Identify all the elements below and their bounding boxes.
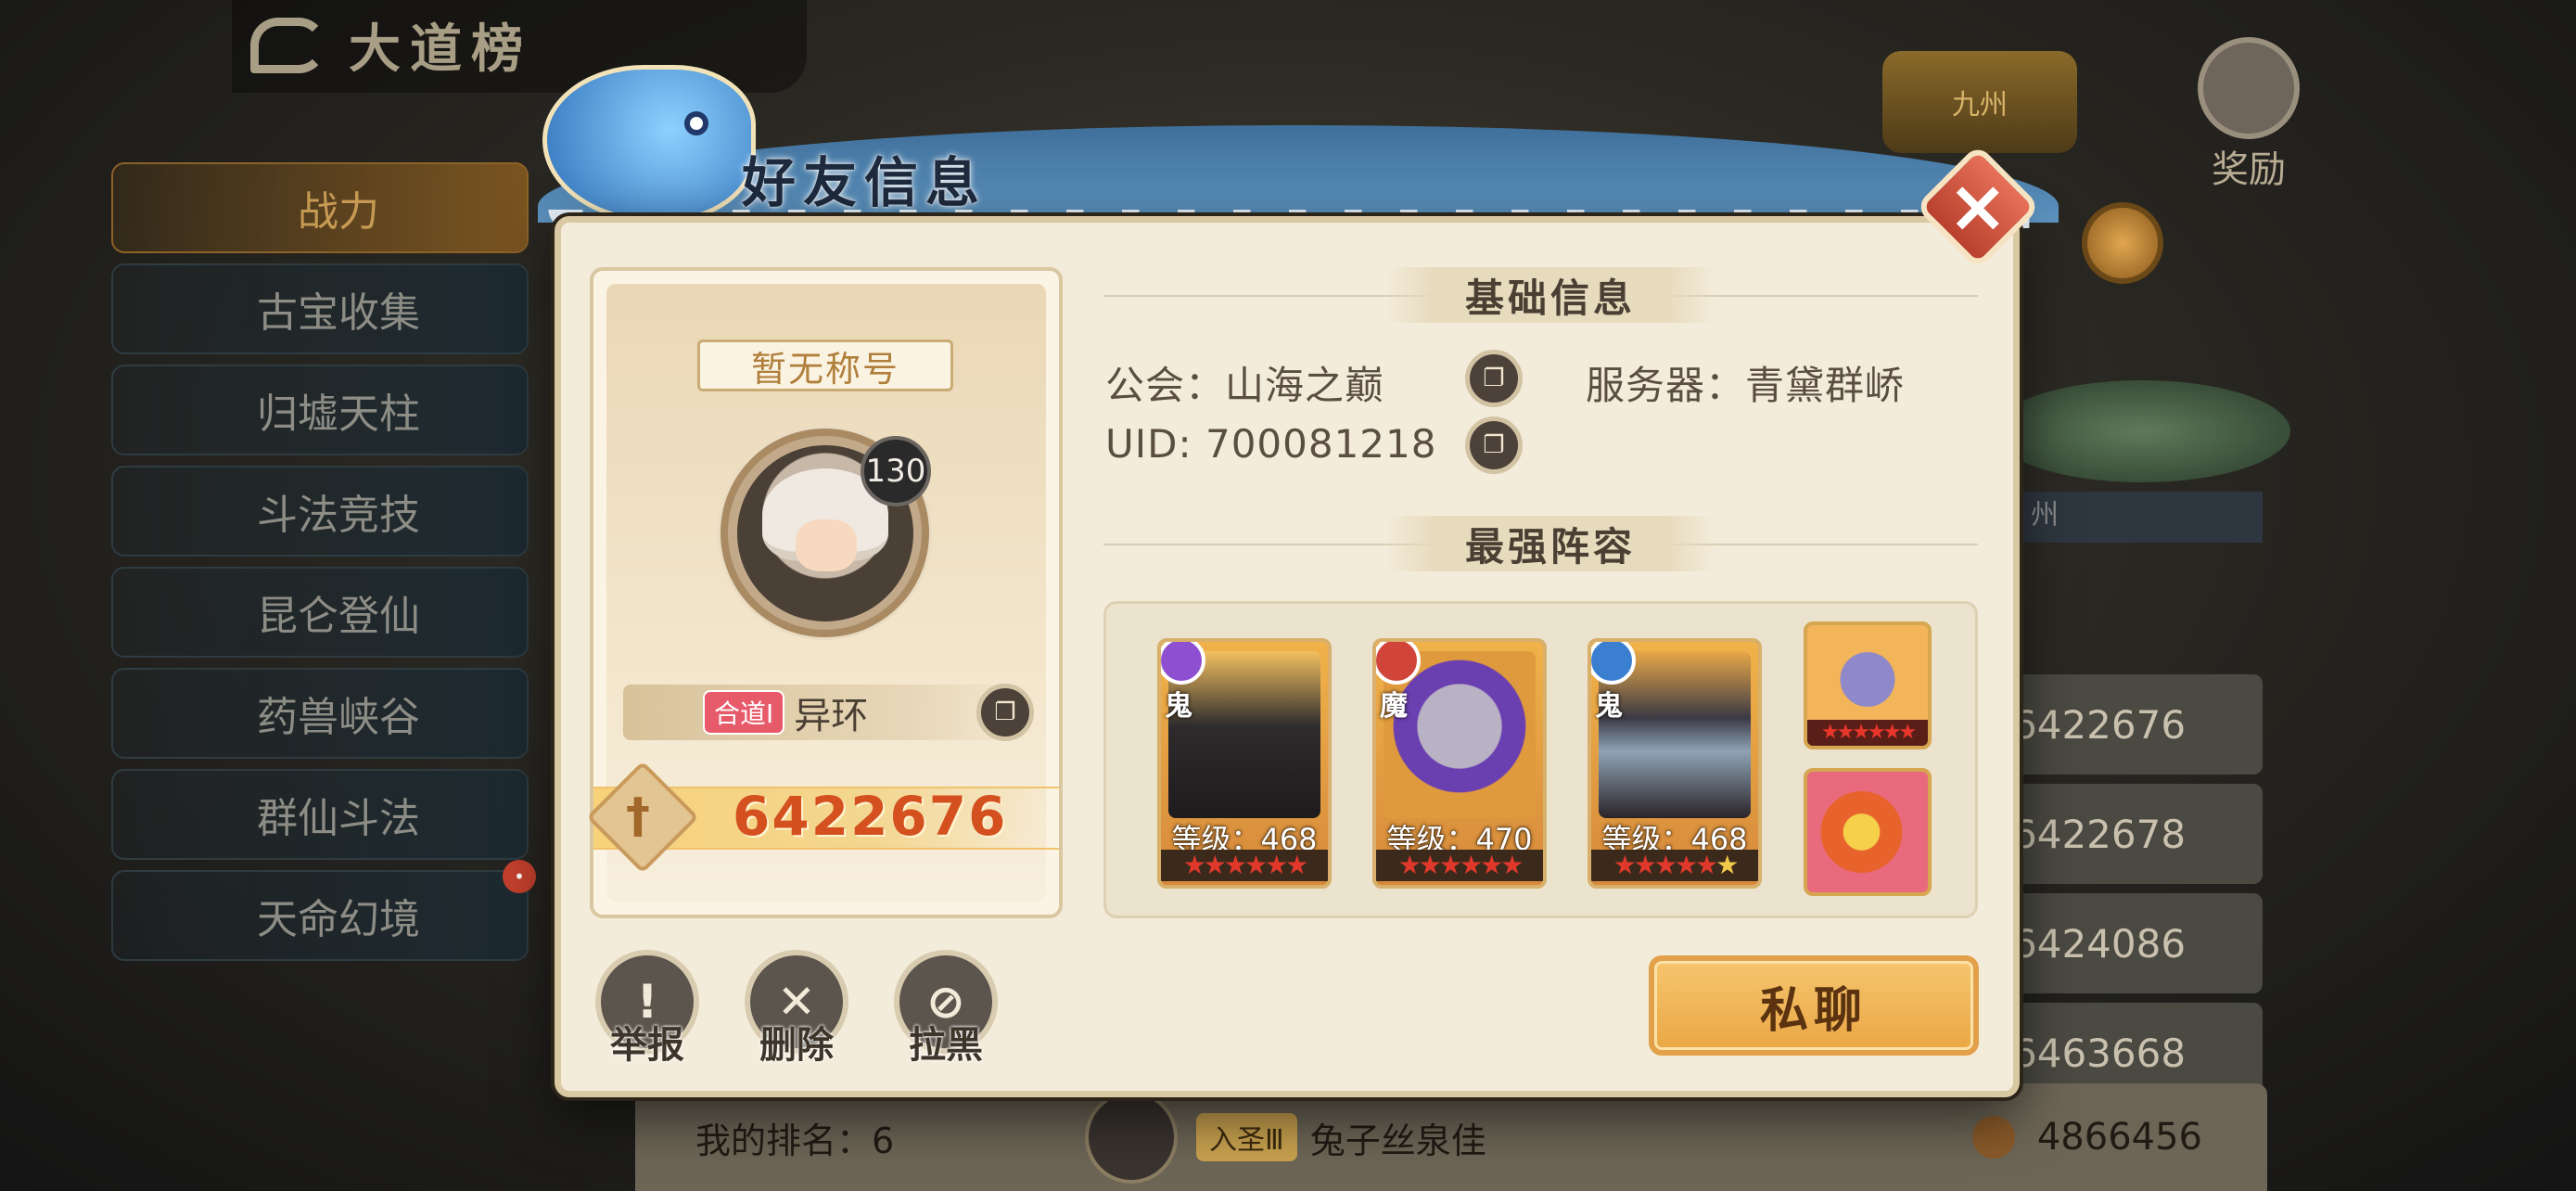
jade-disc-decoration (1994, 380, 2290, 482)
back-arrow-icon[interactable] (250, 17, 326, 73)
guild-label: 公会：山海之巅 (1105, 363, 1385, 408)
hero-race: 鬼 (1165, 690, 1192, 723)
level-badge: 130 (861, 436, 931, 506)
report-button[interactable]: ! 举报 (593, 950, 701, 1069)
hammer-equip[interactable]: ★★★★★★ (1804, 621, 1932, 749)
side-tab-fate-realm[interactable]: 天命幻境 (111, 870, 529, 961)
hero-race: 魔 (1380, 690, 1408, 723)
close-icon: × (1947, 164, 2009, 249)
faction-icon (1376, 642, 1421, 685)
block-label: 拉黑 (909, 1024, 983, 1067)
side-tab-immortal-battle[interactable]: 群仙斗法 (111, 769, 529, 860)
coin-icon (2082, 202, 2163, 284)
equip-stars: ★★★★★★ (1807, 720, 1928, 746)
rank-row-power: 6424086 (2012, 920, 2187, 967)
report-label: 举报 (610, 1024, 684, 1067)
server-label: 服务器：青黛群峤 (1586, 363, 1906, 408)
hero-stars: ★★★★★★ (1591, 850, 1758, 881)
my-power-value: 4866456 (2036, 1116, 2202, 1159)
side-tab-pillar[interactable]: 归墟天柱 (111, 365, 529, 455)
power-value: 6422676 (733, 785, 1008, 848)
rank-row[interactable]: 6422676 (1984, 674, 2263, 775)
whale-eye (684, 111, 708, 135)
notification-dot-icon: • (503, 860, 536, 893)
rank-row-power: 6422676 (2012, 701, 2187, 748)
crown-emblem: 九州 (1882, 51, 2077, 153)
region-label: 州 (2012, 492, 2263, 543)
flame-pet[interactable] (1804, 768, 1932, 896)
delete-friend-button[interactable]: ✕ 删除 (743, 950, 850, 1069)
reward-label: 奖励 (2212, 148, 2286, 191)
faction-icon (1591, 642, 1636, 685)
my-avatar (1085, 1091, 1178, 1184)
dialog-title: 好友信息 (742, 151, 988, 214)
hero-stars-text: ★★★★★ (1613, 850, 1719, 880)
rank-row[interactable]: 6422678 (1984, 784, 2263, 884)
rank-row[interactable]: 6424086 (1984, 893, 2263, 993)
side-tab-valley[interactable]: 药兽峡谷 (111, 668, 529, 759)
basic-info-heading: 基础信息 (1384, 267, 1717, 323)
hero-stars: ★★★★★★ (1376, 850, 1543, 881)
crown-label: 九州 (1952, 89, 2008, 122)
uid-label: UID: 700081218 (1105, 421, 1437, 467)
hero-card[interactable]: 鬼 等级：468 ★★★★★★ (1157, 638, 1332, 889)
player-name: 异环 (794, 695, 869, 737)
name-bar: 合道Ⅰ 异环 (623, 685, 1031, 740)
hero-stars: ★★★★★★ (1161, 850, 1328, 881)
my-rank-bar: 我的排名：6 入圣Ⅲ 兔子丝泉佳 4866456 (635, 1083, 2267, 1191)
cultivation-rank-badge: 合道Ⅰ (703, 690, 785, 735)
block-button[interactable]: ⊘ 拉黑 (892, 950, 1000, 1069)
private-chat-button[interactable]: 私聊 (1649, 955, 1979, 1056)
reward-button[interactable]: 奖励 (2188, 37, 2309, 193)
board-title: 大道榜 (250, 7, 532, 83)
side-tab-treasure[interactable]: 古宝收集 (111, 263, 529, 354)
gift-icon (2198, 37, 2300, 139)
faction-icon (1161, 642, 1205, 685)
lineup-heading: 最强阵容 (1384, 516, 1717, 571)
side-tab-power[interactable]: 战力 (111, 162, 529, 253)
copy-uid-button[interactable]: ❐ (1465, 416, 1523, 474)
my-power: 4866456 (1971, 1116, 2202, 1159)
rank-row-power: 6422678 (2012, 811, 2187, 857)
region-label-text: 州 (2031, 499, 2059, 531)
hero-card[interactable]: 鬼 等级：468 ★★★★★★ (1588, 638, 1762, 889)
delete-label: 删除 (759, 1024, 834, 1067)
copy-icon: ❐ (1483, 365, 1505, 392)
side-tab-arena[interactable]: 斗法竞技 (111, 466, 529, 557)
copy-name-button[interactable]: ❐ (976, 684, 1034, 741)
power-glyph-icon: † (626, 788, 650, 844)
copy-guild-button[interactable]: ❐ (1465, 350, 1523, 407)
hero-half-star: ★ (1715, 850, 1739, 880)
copy-icon: ❐ (1483, 431, 1505, 459)
title-plate: 暂无称号 (697, 339, 953, 391)
my-rank-label: 我的排名：6 (695, 1120, 895, 1161)
hero-race: 鬼 (1595, 690, 1623, 723)
my-name: 兔子丝泉佳 (1309, 1120, 1486, 1161)
board-title-text: 大道榜 (349, 19, 532, 80)
power-icon (1971, 1116, 2015, 1159)
copy-icon: ❐ (994, 698, 1016, 726)
avatar-face (796, 519, 857, 571)
side-tab-kunlun[interactable]: 昆仑登仙 (111, 567, 529, 658)
rank-row-power: 6463668 (2012, 1030, 2187, 1076)
hero-card[interactable]: 魔 等级：470 ★★★★★★ (1372, 638, 1547, 889)
my-rank-badge: 入圣Ⅲ (1196, 1113, 1297, 1161)
